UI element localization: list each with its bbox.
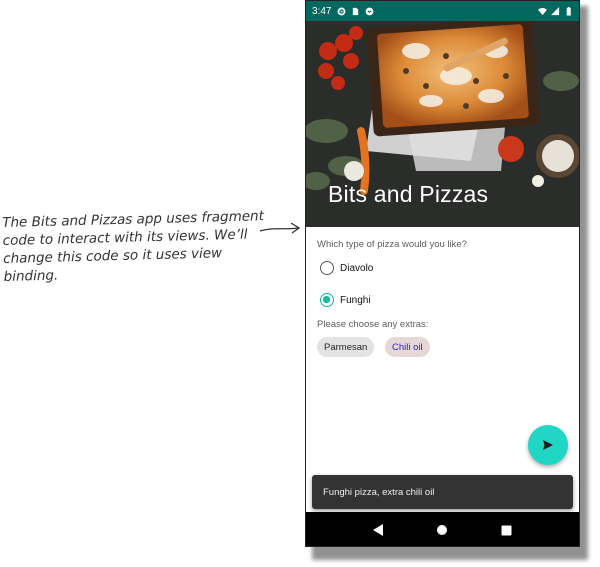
extras-prompt-label: Please choose any extras: bbox=[317, 319, 429, 330]
radio-button-icon[interactable] bbox=[320, 261, 334, 275]
recents-icon bbox=[501, 525, 512, 535]
pizza-header-image: Bits and Pizzas bbox=[306, 21, 579, 227]
chip-chili-oil[interactable]: Chili oil bbox=[385, 337, 430, 357]
radio-funghi[interactable]: Funghi bbox=[320, 293, 371, 307]
home-icon bbox=[437, 525, 448, 535]
chip-parmesan[interactable]: Parmesan bbox=[317, 337, 375, 357]
snackbar: Funghi pizza, extra chili oil bbox=[312, 475, 573, 509]
radio-button-checked-icon[interactable] bbox=[320, 293, 334, 307]
pocket-icon bbox=[366, 7, 374, 15]
send-order-button[interactable] bbox=[528, 425, 568, 465]
send-icon bbox=[543, 440, 553, 450]
status-time: 3:47 bbox=[312, 5, 332, 17]
annotation-line: change this code so it uses view binding… bbox=[2, 245, 223, 285]
back-button[interactable] bbox=[371, 523, 385, 537]
status-bar: 3:47 bbox=[306, 1, 579, 21]
annotation-arrow-icon bbox=[259, 222, 301, 234]
settings-icon bbox=[338, 7, 346, 15]
sim-icon bbox=[353, 7, 359, 15]
radio-label: Diavolo bbox=[340, 262, 374, 274]
radio-label: Funghi bbox=[340, 294, 371, 306]
back-icon bbox=[372, 524, 383, 536]
recents-button[interactable] bbox=[500, 523, 514, 537]
home-button[interactable] bbox=[435, 523, 449, 537]
pizza-question-label: Which type of pizza would you like? bbox=[317, 239, 467, 250]
signal-icon bbox=[551, 6, 560, 15]
wifi-icon bbox=[538, 7, 547, 15]
annotation-text: The Bits and Pizzas app uses fragment co… bbox=[2, 207, 266, 286]
navigation-bar bbox=[306, 512, 579, 546]
battery-icon bbox=[566, 6, 571, 16]
app-title: Bits and Pizzas bbox=[328, 181, 489, 207]
radio-diavolo[interactable]: Diavolo bbox=[320, 261, 373, 275]
snackbar-text: Funghi pizza, extra chili oil bbox=[323, 486, 435, 498]
phone-screen: 3:47 Bits and Pizzas Which type of pizza… bbox=[305, 0, 580, 547]
